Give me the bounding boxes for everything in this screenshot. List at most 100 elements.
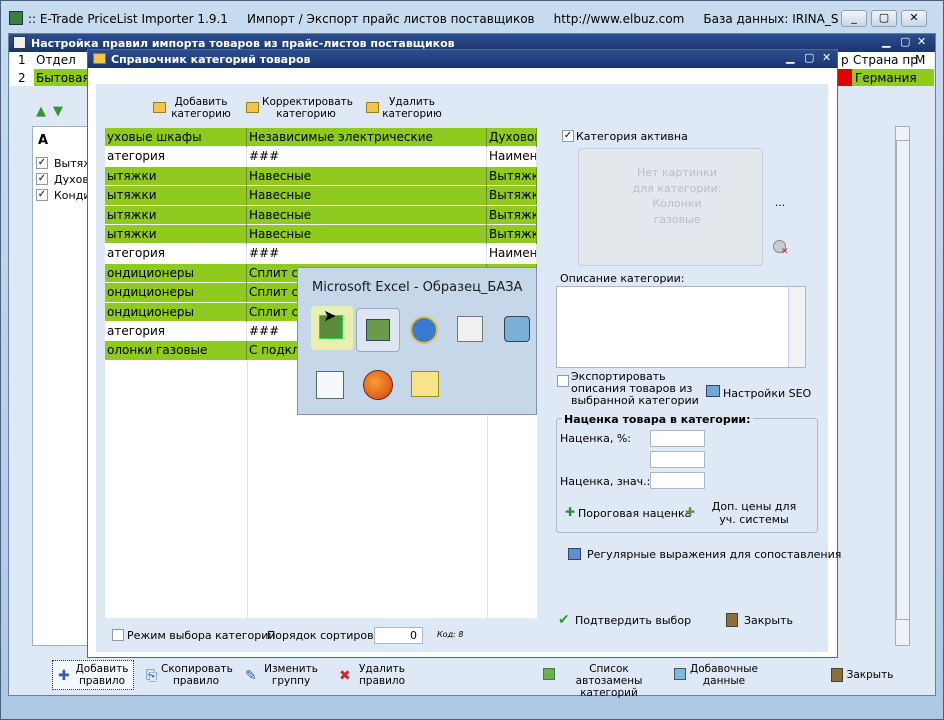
category-cell[interactable]: Вытяжка xyxy=(487,205,537,225)
extra-prices-icon: ✚ xyxy=(685,505,696,519)
word-icon[interactable] xyxy=(316,371,344,399)
confirm-button[interactable]: Подтвердить выбор xyxy=(575,614,691,627)
rules-maximize-button[interactable]: ▢ xyxy=(900,35,910,48)
category-active-checkbox[interactable]: ✓ xyxy=(562,130,574,142)
add-category-button[interactable]: Добавить категорию xyxy=(170,96,232,120)
dialog-close-action-button[interactable]: Закрыть xyxy=(744,614,793,627)
category-cell[interactable]: Независимые электрические xyxy=(247,128,487,147)
category-cell[interactable]: ондиционеры xyxy=(105,263,247,283)
seo-settings-button[interactable]: Настройки SEO xyxy=(723,387,811,400)
markup-group-title: Наценка товара в категории: xyxy=(562,413,753,426)
autoreplace-list-button[interactable]: Список автозамены категорий xyxy=(557,663,661,699)
minimize-button[interactable]: _ xyxy=(841,10,867,27)
dialog-close-button[interactable]: ✕ xyxy=(822,51,831,64)
extra-data-icon xyxy=(674,668,686,680)
folder-icon xyxy=(93,53,106,64)
category-cell[interactable]: ### xyxy=(247,244,487,264)
threshold-markup-button[interactable]: Пороговая наценка xyxy=(578,507,691,520)
regex-button[interactable]: Регулярные выражения для сопоставления xyxy=(587,548,841,561)
category-cell[interactable]: Духовой xyxy=(487,128,537,147)
extra-data-button[interactable]: Добавочные данные xyxy=(689,663,759,687)
grid-cell[interactable]: р xyxy=(841,53,849,67)
left-list-item[interactable]: Духов xyxy=(54,173,89,186)
category-cell[interactable]: Навесные xyxy=(247,166,487,186)
grid-cell[interactable]: Бытовая xyxy=(36,71,90,85)
category-cell[interactable]: ондиционеры xyxy=(105,302,247,322)
category-row[interactable]: атегория###Наимено xyxy=(105,244,537,264)
confirm-icon: ✔ xyxy=(558,612,570,628)
edit-group-button[interactable]: Изменить группу xyxy=(262,663,320,687)
arrow-down-icon[interactable]: ▼ xyxy=(53,104,63,119)
category-cell[interactable]: атегория xyxy=(105,244,247,264)
network-icon[interactable] xyxy=(504,316,530,342)
ie-icon[interactable] xyxy=(410,316,438,344)
extra-prices-button[interactable]: Доп. цены для уч. системы xyxy=(704,500,804,526)
excel-chart-icon[interactable] xyxy=(356,308,400,352)
category-cell[interactable]: ондиционеры xyxy=(105,283,247,303)
category-cell[interactable]: Вытяжка xyxy=(487,166,537,186)
row-number: 1 xyxy=(18,53,26,67)
description-textarea[interactable] xyxy=(556,286,806,368)
regex-icon xyxy=(568,548,581,560)
category-row[interactable]: ытяжкиНавесныеВытяжка xyxy=(105,186,537,206)
copy-rule-button[interactable]: Скопировать правило xyxy=(161,663,233,687)
markup-value-label: Наценка, знач.: xyxy=(560,475,651,488)
category-cell[interactable]: Навесные xyxy=(247,186,487,206)
edit-category-button[interactable]: Корректировать категорию xyxy=(262,96,353,120)
grid-cell[interactable]: М xyxy=(915,53,925,67)
dialog-maximize-button[interactable]: ▢ xyxy=(804,51,814,64)
left-list-check-2[interactable]: ✓ xyxy=(36,173,48,185)
delete-category-button[interactable]: Удалить категорию xyxy=(381,96,443,120)
category-cell[interactable]: Навесные xyxy=(247,205,487,225)
close-button[interactable]: ✕ xyxy=(901,10,927,27)
browse-image-button[interactable]: ... xyxy=(769,196,791,213)
markup-percent-input[interactable] xyxy=(650,430,705,447)
category-row[interactable]: атегория###Наимено xyxy=(105,147,537,167)
delete-rule-button[interactable]: Удалить правило xyxy=(354,663,410,687)
category-cell[interactable]: Вытяжка xyxy=(487,186,537,206)
category-cell[interactable]: Наимено xyxy=(487,244,537,264)
rules-minimize-button[interactable]: ▁ xyxy=(882,35,890,48)
category-cell[interactable]: олонки газовые xyxy=(105,341,247,361)
seo-icon xyxy=(706,385,720,397)
category-cell[interactable]: ытяжки xyxy=(105,166,247,186)
category-cell[interactable]: ытяжки xyxy=(105,225,247,244)
left-list-check-1[interactable]: ✓ xyxy=(36,157,48,169)
grid-cell[interactable]: Отдел xyxy=(36,53,76,67)
category-cell[interactable]: атегория xyxy=(105,147,247,167)
category-cell[interactable]: ### xyxy=(247,147,487,167)
grid-cell[interactable]: Страна пр xyxy=(853,53,918,67)
category-row[interactable]: уховые шкафы Независимые электрические Дух… xyxy=(105,128,537,148)
dialog-minimize-button[interactable]: ▁ xyxy=(786,51,794,64)
category-cell[interactable]: атегория xyxy=(105,322,247,341)
category-cell[interactable]: уховые шкафы xyxy=(105,128,247,147)
left-list-check-3[interactable]: ✓ xyxy=(36,189,48,201)
notepad-icon[interactable] xyxy=(457,316,483,342)
rules-close-action-button[interactable]: Закрыть xyxy=(846,669,894,681)
category-row[interactable]: ытяжкиНавесныеВытяжка xyxy=(105,225,537,245)
category-cell[interactable]: Навесные xyxy=(247,225,487,244)
category-cell[interactable]: ытяжки xyxy=(105,186,247,206)
markup-value-input[interactable] xyxy=(650,472,705,489)
dialog-scrollbar[interactable] xyxy=(896,140,910,620)
grid-cell[interactable]: Германия xyxy=(855,71,917,85)
category-cell[interactable]: Наимено xyxy=(487,147,537,167)
firefox-icon[interactable] xyxy=(363,370,393,400)
mode-checkbox[interactable] xyxy=(112,629,124,641)
rules-title-icon xyxy=(13,36,26,49)
description-scrollbar[interactable] xyxy=(788,287,805,367)
left-list-item[interactable]: Конди xyxy=(54,189,91,202)
arrow-up-icon[interactable]: ▲ xyxy=(36,104,46,119)
export-desc-checkbox[interactable] xyxy=(557,375,569,387)
maximize-button[interactable]: ▢ xyxy=(871,10,897,27)
autoreplace-icon xyxy=(543,668,555,680)
sticky-note-icon[interactable] xyxy=(411,371,439,397)
close-door-icon xyxy=(831,668,843,682)
category-cell[interactable]: ытяжки xyxy=(105,205,247,225)
markup-extra-input[interactable] xyxy=(650,451,705,468)
category-row[interactable]: ытяжкиНавесныеВытяжка xyxy=(105,205,537,225)
category-cell[interactable]: Вытяжка xyxy=(487,225,537,244)
markup-percent-label: Наценка, %: xyxy=(560,432,631,445)
category-row[interactable]: ытяжкиНавесныеВытяжка xyxy=(105,166,537,187)
rules-close-button[interactable]: ✕ xyxy=(917,35,926,48)
